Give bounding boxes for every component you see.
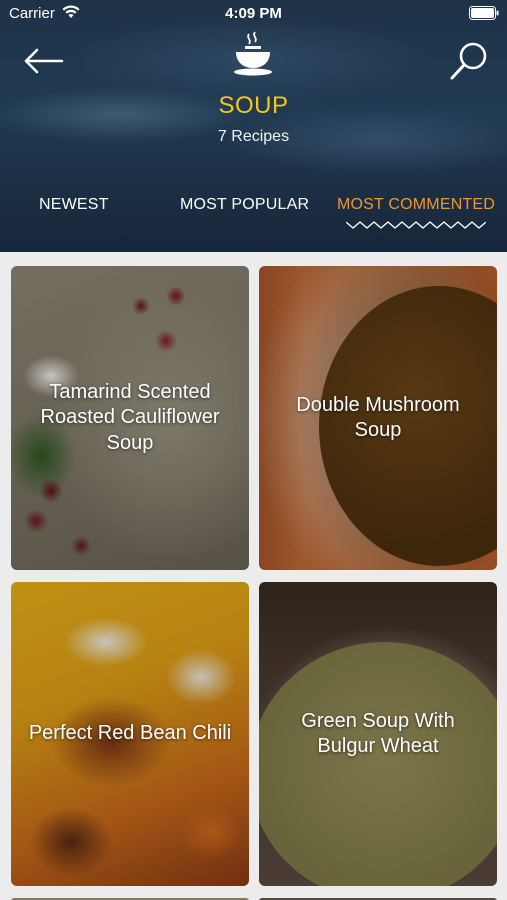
- soup-bowl-icon: [234, 31, 272, 76]
- recipe-title: Perfect Red Bean Chili: [28, 722, 232, 745]
- recipe-card[interactable]: Tamarind Scented Roasted Cauliflower Sou…: [11, 266, 249, 570]
- battery-icon: [469, 6, 499, 20]
- tab-newest[interactable]: NEWEST: [39, 196, 109, 214]
- search-icon[interactable]: [449, 40, 489, 82]
- header: Carrier 4:09 PM SOUP 7 Recipes NEWEST MO…: [0, 0, 507, 252]
- clock: 4:09 PM: [225, 5, 282, 22]
- recipe-title: Double Mushroom Soup: [296, 393, 460, 442]
- recipe-card[interactable]: Double Mushroom Soup: [259, 266, 497, 570]
- active-tab-indicator: [346, 221, 486, 229]
- status-bar: Carrier 4:09 PM: [0, 0, 507, 28]
- recipe-count: 7 Recipes: [217, 128, 290, 145]
- recipe-title: Green Soup With Bulgur Wheat: [301, 709, 455, 758]
- recipe-title: Tamarind Scented Roasted Cauliflower Sou…: [40, 380, 220, 454]
- tab-most-commented[interactable]: MOST COMMENTED: [337, 196, 495, 214]
- recipe-card[interactable]: Green Soup With Bulgur Wheat: [259, 582, 497, 886]
- recipe-grid: Tamarind Scented Roasted Cauliflower Sou…: [0, 252, 507, 900]
- back-arrow-icon[interactable]: [24, 46, 64, 76]
- tab-bar: NEWEST MOST POPULAR MOST COMMENTED: [0, 190, 507, 230]
- page-title: SOUP: [218, 92, 289, 119]
- recipe-card[interactable]: Perfect Red Bean Chili: [11, 582, 249, 886]
- tab-most-popular[interactable]: MOST POPULAR: [180, 196, 309, 214]
